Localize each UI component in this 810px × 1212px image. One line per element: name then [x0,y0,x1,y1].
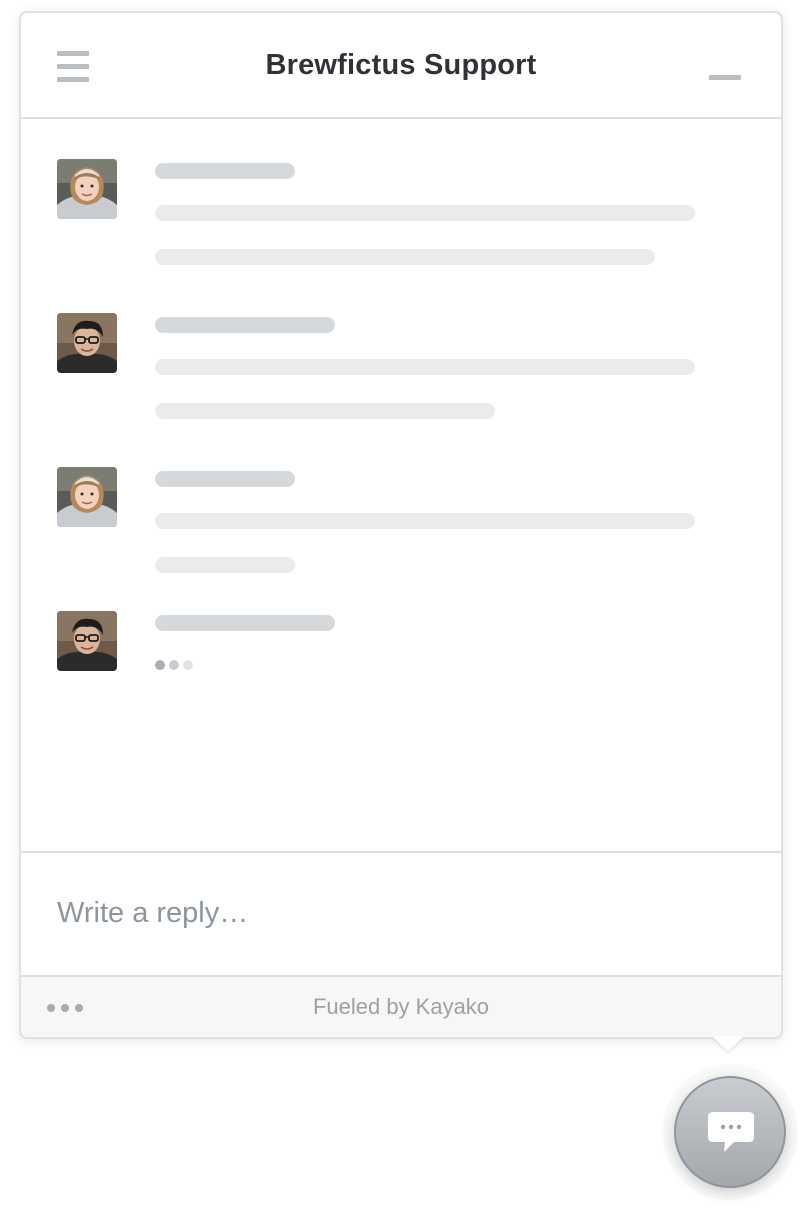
chat-header: Brewfictus Support [21,13,781,119]
message-line-placeholder [155,359,695,375]
chat-footer: Fueled by Kayako [21,977,781,1037]
message-line-placeholder [155,557,295,573]
chat-bubble-icon [708,1112,754,1152]
typing-dot [155,660,165,670]
powered-by-label: Fueled by Kayako [312,994,490,1019]
message-line-placeholder [155,205,695,221]
hamburger-menu-icon[interactable] [57,51,89,83]
man-with-glasses-avatar-image [57,313,117,373]
minimize-icon[interactable] [709,75,741,80]
widget-pointer [712,1036,744,1052]
man-with-glasses-avatar-image [57,611,117,671]
woman-with-headband-avatar-image [57,159,117,219]
author-name-placeholder [155,317,335,333]
chat-title: Brewfictus Support [265,49,537,81]
reply-composer [21,851,781,977]
support-chat-widget: Brewfictus Support Write a reply… Fueled… [19,11,783,1039]
message-line-placeholder [155,513,695,529]
message-line-placeholder [155,403,495,419]
woman-with-headband-avatar-image [57,467,117,527]
typing-dot [169,660,179,670]
message-list [21,119,781,851]
avatar [57,467,117,527]
author-name-placeholder [155,163,295,179]
author-name-placeholder [155,471,295,487]
author-name-placeholder [155,615,335,631]
message-line-placeholder [155,249,655,265]
more-options-icon[interactable] [47,1001,87,1013]
avatar [57,313,117,373]
reply-input[interactable] [57,883,737,943]
typing-dot [183,660,193,670]
avatar [57,611,117,671]
chat-launcher-button[interactable] [674,1076,786,1188]
avatar [57,159,117,219]
